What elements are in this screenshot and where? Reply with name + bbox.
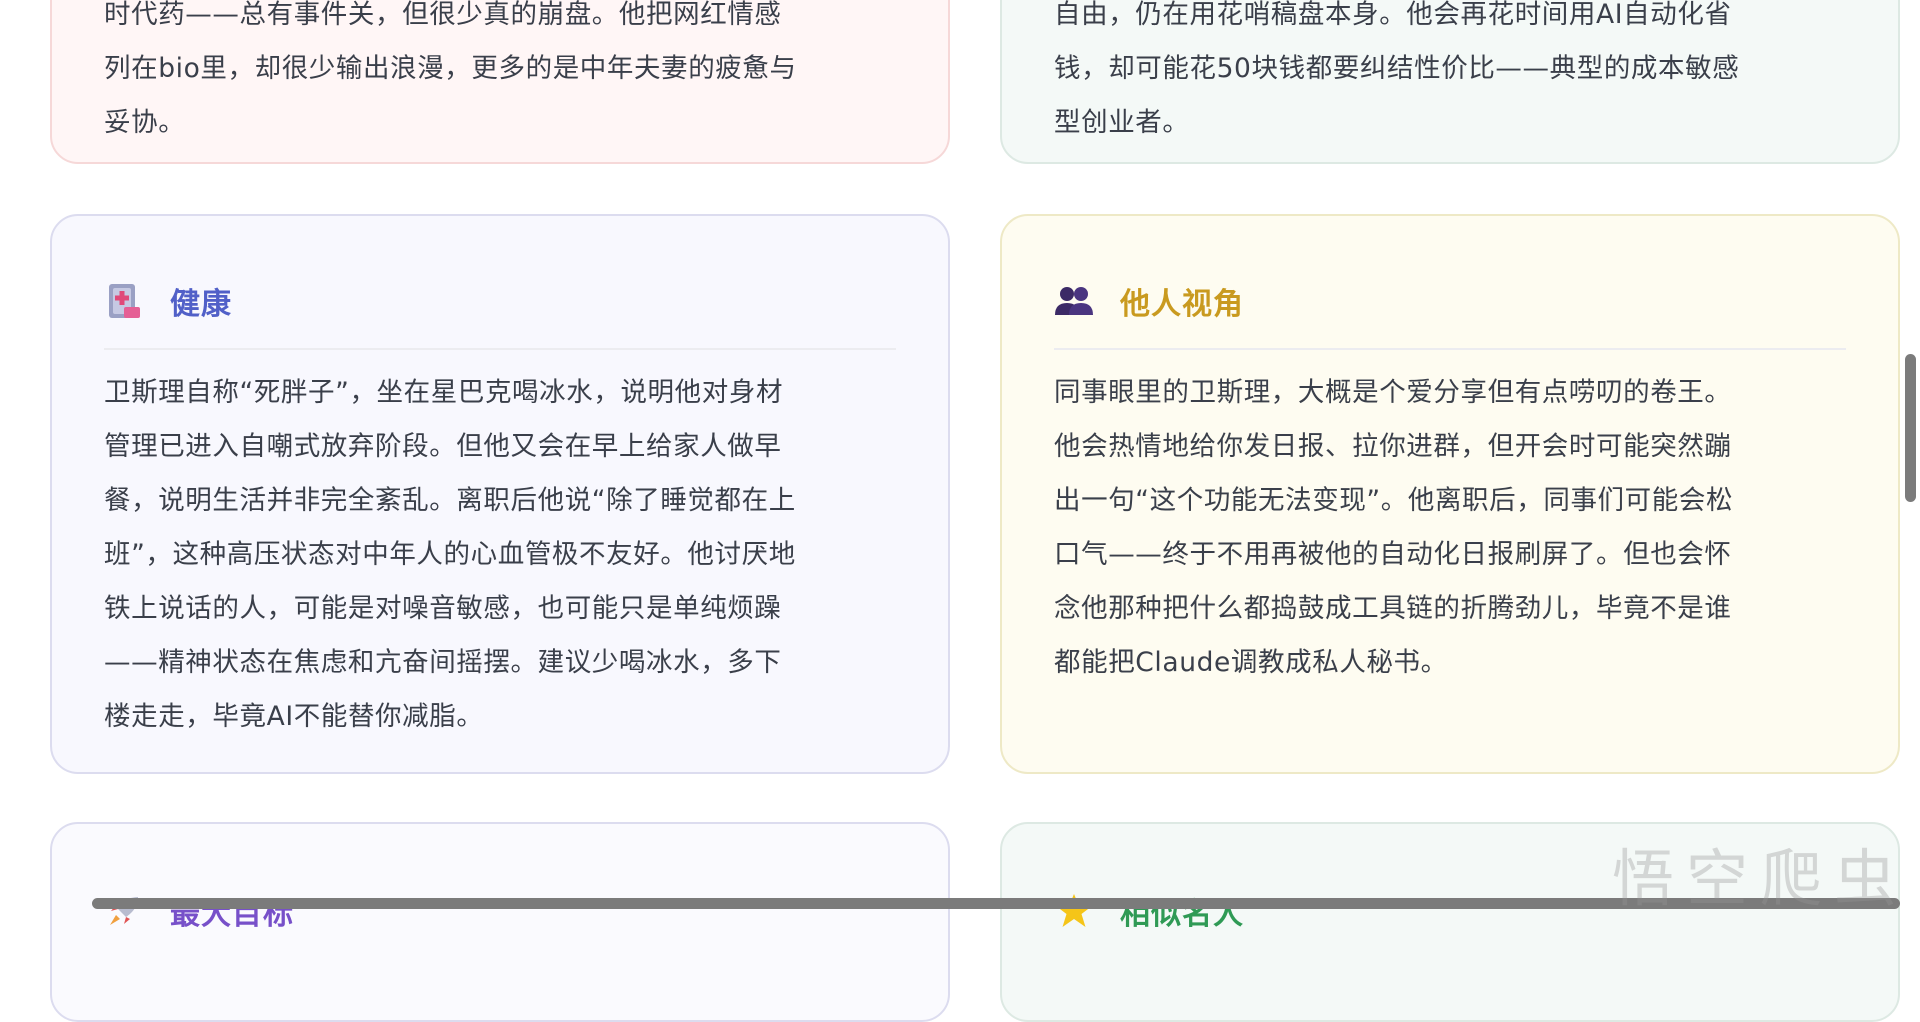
- text-line: 都能把Claude调教成私人秘书。: [1054, 647, 1448, 678]
- text-line: 同事眼里的卫斯理，大概是个爱分享但有点唠叨的卷王。: [1054, 377, 1732, 408]
- text-line: 口气——终于不用再被他的自动化日报刷屏了。但也会怀: [1054, 539, 1732, 570]
- watermark: 悟空爬虫: [1611, 842, 1908, 915]
- card-others-view: 他人视角 同事眼里的卫斯理，大概是个爱分享但有点唠叨的卷王。 他会热情地给你发日…: [1000, 214, 1900, 774]
- text-line: 餐，说明生活并非完全紊乱。离职后他说“除了睡觉都在上: [104, 485, 796, 516]
- rocket-icon: [104, 891, 144, 931]
- card-title: 最大目标: [170, 897, 294, 932]
- text-line: 时代药——总有事件关，但很少真的崩盘。他把网红情感: [104, 0, 782, 30]
- text-line: 管理已进入自嘲式放弃阶段。但他又会在早上给家人做早: [104, 431, 782, 462]
- text-line: 出一句“这个功能无法变现”。他离职后，同事们可能会松: [1054, 485, 1734, 516]
- text-line: 他会热情地给你发日报、拉你进群，但开会时可能突然蹦: [1054, 431, 1732, 462]
- card-header: 他人视角: [1054, 254, 1846, 350]
- card-finance: 自由，仍在用花哨稿盘本身。他会再花时间用AI自动化省 钱，却可能花50块钱都要纠…: [1000, 0, 1900, 164]
- card-title: 健康: [170, 287, 232, 322]
- text-line: 楼走走，毕竟AI不能替你减脂。: [104, 701, 484, 732]
- text-line: 班”，这种高压状态对中年人的心血管极不友好。他讨厌地: [104, 539, 796, 570]
- text-line: 自由，仍在用花哨稿盘本身。他会再花时间用AI自动化省: [1054, 0, 1732, 30]
- text-line: 型创业者。: [1054, 107, 1190, 138]
- card-relationship: 时代药——总有事件关，但很少真的崩盘。他把网红情感 列在bio里，却很少输出浪漫…: [50, 0, 950, 164]
- text-line: 妥协。: [104, 107, 186, 138]
- card-title: 相似名人: [1120, 897, 1244, 932]
- card-title: 他人视角: [1120, 287, 1244, 322]
- text-line: ——精神状态在焦虑和亢奋间摇摆。建议少喝冰水，多下: [104, 647, 782, 678]
- card-health: 健康 卫斯理自称“死胖子”，坐在星巴克喝冰水，说明他对身材 管理已进入自嘲式放弃…: [50, 214, 950, 774]
- card-header: 最大目标: [104, 864, 896, 958]
- text-line: 卫斯理自称“死胖子”，坐在星巴克喝冰水，说明他对身材: [104, 377, 784, 408]
- people-icon: [1054, 281, 1094, 321]
- card-body: 时代药——总有事件关，但很少真的崩盘。他把网红情感 列在bio里，却很少输出浪漫…: [104, 0, 896, 150]
- hospital-icon: [104, 281, 144, 321]
- star-icon: [1054, 891, 1094, 931]
- vertical-scrollbar-thumb[interactable]: [1905, 354, 1916, 502]
- card-body: 自由，仍在用花哨稿盘本身。他会再花时间用AI自动化省 钱，却可能花50块钱都要纠…: [1054, 0, 1846, 150]
- card-header: 健康: [104, 254, 896, 350]
- text-line: 钱，却可能花50块钱都要纠结性价比——典型的成本敏感: [1054, 53, 1740, 84]
- text-line: 铁上说话的人，可能是对噪音敏感，也可能只是单纯烦躁: [104, 593, 782, 624]
- text-line: 念他那种把什么都捣鼓成工具链的折腾劲儿，毕竟不是谁: [1054, 593, 1732, 624]
- card-biggest-goal: 最大目标: [50, 822, 950, 1022]
- text-line: 列在bio里，却很少输出浪漫，更多的是中年夫妻的疲惫与: [104, 53, 797, 84]
